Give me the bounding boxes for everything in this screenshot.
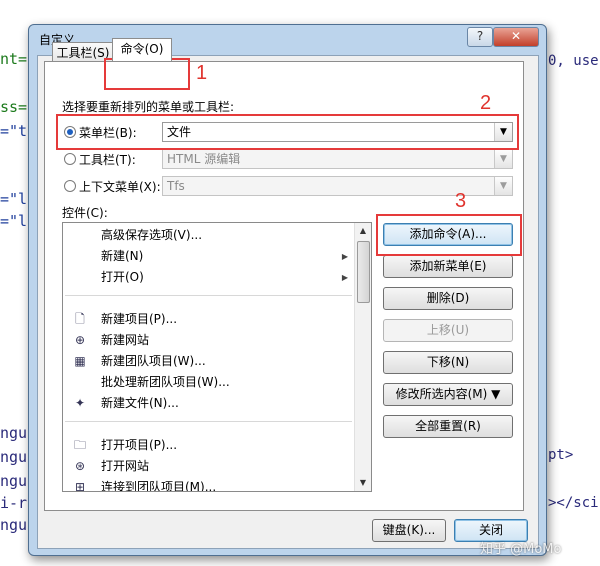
list-item[interactable]: ⊕ 新建网站 [63,330,354,351]
modify-selection-button[interactable]: 修改所选内容(M) ▼ [383,383,513,406]
choose-label: 选择要重新排列的菜单或工具栏: [62,100,235,114]
scroll-down-icon[interactable]: ▼ [355,475,371,491]
delete-button[interactable]: 删除(D) [383,287,513,310]
annotation-number: 1 [196,62,208,84]
connect-team-project-icon: ⊞ [74,480,86,492]
list-item[interactable]: 新建(N) ▶ [63,246,354,267]
list-item[interactable]: ⊛ 打开网站 [63,456,354,477]
add-menu-button[interactable]: 添加新菜单(E) [383,255,513,278]
open-project-icon: 🗀 [73,438,86,452]
list-item[interactable]: 高级保存选项(V)... [63,225,354,246]
list-item-label: 打开(O) [101,270,144,284]
annotation-number: 2 [480,92,492,114]
list-item-label: 打开项目(P)... [101,438,178,452]
list-item-label: 批处理新团队项目(W)... [101,375,230,389]
list-item-label: 连接到团队项目(M)... [101,480,217,492]
toolbar-select[interactable]: HTML 源编辑 ▼ [162,149,513,169]
list-item-label: 打开网站 [101,459,150,473]
radio-toolbar[interactable] [64,153,76,165]
scroll-up-icon[interactable]: ▲ [355,223,371,239]
close-window-button[interactable]: ✕ [493,27,539,47]
new-file-icon: ✦ [74,396,86,410]
new-website-icon: ⊕ [74,333,86,347]
list-item[interactable]: ▦ 新建团队项目(W)... [63,351,354,372]
list-item[interactable]: 批处理新团队项目(W)... [63,372,354,393]
help-button[interactable]: ? [467,27,493,47]
keyboard-button[interactable]: 键盘(K)... [372,519,446,542]
annotation-box-menubar [56,114,519,150]
list-separator [65,295,352,296]
code-fragment: nt= [0,50,28,68]
radio-context-label: 上下文菜单(X): [79,180,161,194]
tab-commands[interactable]: 命令(O) [112,38,172,61]
move-down-button[interactable]: 下移(N) [383,351,513,374]
code-fragment: pt> [548,447,574,463]
chevron-down-icon: ▼ [494,177,512,195]
context-select-value: Tfs [167,179,185,193]
submenu-arrow-icon: ▶ [341,252,348,261]
list-item[interactable]: 打开(O) ▶ [63,267,354,288]
list-item-label: 新建文件(N)... [101,396,179,410]
code-fragment: ss= [0,98,28,116]
new-team-project-icon: ▦ [74,354,86,368]
close-icon: ✕ [510,29,522,43]
list-scrollbar[interactable]: ▲ ▼ [354,223,371,491]
list-item-label: 新建团队项目(W)... [101,354,206,368]
list-item[interactable]: 🗀 打开项目(P)... [63,435,354,456]
code-fragment: 0, use: [548,53,600,69]
code-fragment: ></sci [548,495,599,511]
controls-label: 控件(C): [62,206,108,220]
list-item-label: 新建网站 [101,333,150,347]
list-item-label: 新建(N) [101,249,144,263]
controls-list[interactable]: 高级保存选项(V)... 新建(N) ▶ 打开(O) ▶ 🗋 新建项目(P)..… [62,222,372,492]
chevron-down-icon: ▼ [494,150,512,168]
code-fragment: ="l [0,212,28,230]
radio-toolbar-label: 工具栏(T): [79,153,136,167]
list-item-label: 高级保存选项(V)... [101,228,203,242]
annotation-box-commands-tab [104,58,190,90]
list-item[interactable]: 🗋 新建项目(P)... [63,309,354,330]
submenu-arrow-icon: ▶ [341,273,348,282]
open-website-icon: ⊛ [74,459,86,473]
move-up-button[interactable]: 上移(U) [383,319,513,342]
scrollbar-thumb[interactable] [357,241,370,303]
watermark: 知乎 @MoMo [480,542,562,557]
toolbar-select-value: HTML 源编辑 [167,152,241,166]
reset-all-button[interactable]: 全部重置(R) [383,415,513,438]
list-separator [65,421,352,422]
radio-context[interactable] [64,180,76,192]
code-fragment: ="l [0,190,28,208]
annotation-box-add-command [376,214,522,256]
annotation-number: 3 [455,190,467,212]
new-project-icon: 🗋 [75,312,85,326]
list-item-label: 新建项目(P)... [101,312,178,326]
list-item[interactable]: ⊞ 连接到团队项目(M)... [63,477,354,492]
list-item[interactable]: ✦ 新建文件(N)... [63,393,354,414]
